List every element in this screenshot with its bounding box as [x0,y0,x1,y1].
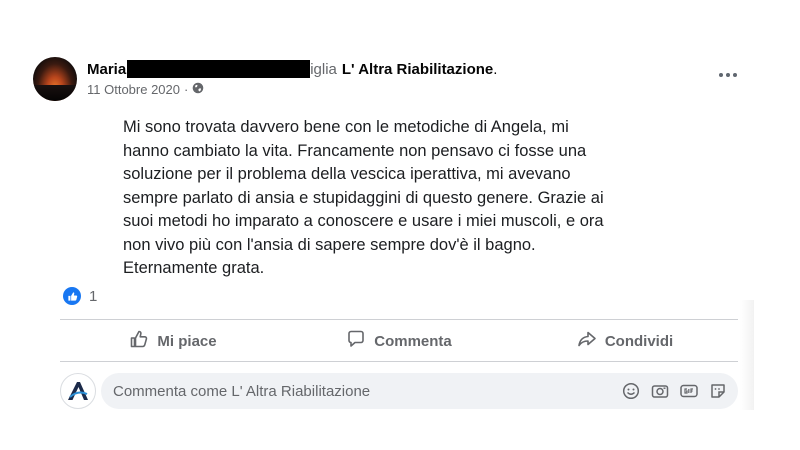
like-button[interactable]: Mi piace [60,322,286,360]
post-text-line: Mi sono trovata davvero bene con le meto… [123,118,569,136]
comment-icon [346,329,366,353]
comment-button[interactable]: Commenta [286,322,512,360]
comment-label: Commenta [374,332,452,350]
page-avatar[interactable] [60,373,96,409]
post-text-line: soluzione per il problema della vescica … [123,165,571,183]
share-button[interactable]: Condividi [512,322,738,360]
edge-shadow [740,300,754,410]
divider [60,319,738,320]
globe-icon[interactable] [192,82,204,97]
post-text-line: hanno cambiato la vita. Francamente non … [123,141,587,160]
more-options-icon[interactable] [716,68,740,82]
share-label: Condividi [604,332,674,350]
author-avatar[interactable] [33,57,77,101]
post-text-line: non vivo più con l'ansia di sapere sempr… [123,235,536,254]
sticker-icon[interactable] [708,381,728,401]
camera-icon[interactable] [650,381,670,401]
emoji-icon[interactable] [621,381,641,401]
redaction-bar [127,60,311,78]
dot [733,73,737,77]
share-icon [577,329,597,353]
post-text: Mi sono trovata davvero bene con le meto… [123,116,683,281]
action-bar: Mi piace Commenta Condividi [60,322,738,360]
post-meta: 11 Ottobre 2020 · [87,82,204,97]
comment-composer [101,373,738,409]
author-name[interactable]: Maria [87,61,126,78]
meta-separator: · [184,82,189,97]
post-text-line: Eternamente grata. [123,259,265,277]
header-suffix: . [493,60,498,78]
dot [726,73,730,77]
comment-input[interactable] [101,381,595,401]
comment-tools [621,381,728,401]
post-text-line: sempre parlato di ansia e stupidaggini d… [123,188,604,207]
post-header: Maria iglia L' Altra Riabilitazione . [87,60,497,78]
reaction-summary[interactable]: 1 [63,287,97,305]
page-name-link[interactable]: L' Altra Riabilitazione [342,61,493,78]
dot [719,73,723,77]
thumbs-up-icon [129,329,149,353]
post-date[interactable]: 11 Ottobre 2020 [87,82,180,97]
gif-icon[interactable] [679,381,699,401]
author-name-tail: iglia [310,60,337,78]
post-text-line: suoi metodi ho imparato a conoscere e us… [123,212,604,230]
divider [60,361,738,362]
like-label: Mi piace [157,332,217,350]
like-reaction-icon [63,287,81,305]
reaction-count[interactable]: 1 [89,288,97,305]
